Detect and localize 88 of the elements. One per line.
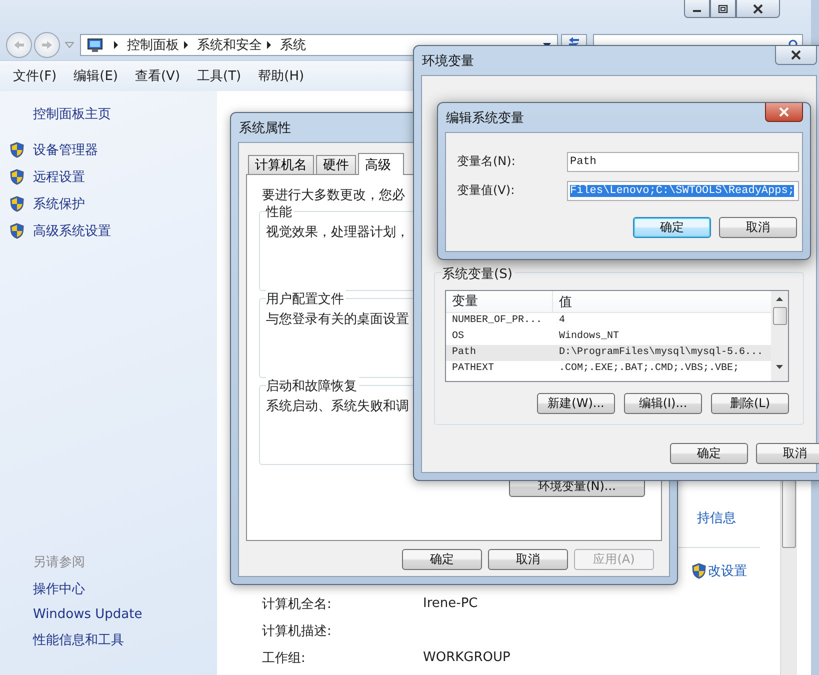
description-text: 与您登录有关的桌面设置 bbox=[266, 311, 409, 328]
shield-icon bbox=[10, 142, 24, 158]
back-arrow-icon bbox=[13, 40, 25, 50]
sidebar-link[interactable]: 操作中心 bbox=[0, 580, 217, 598]
computer-icon bbox=[87, 38, 103, 52]
field-label: 变量值(V): bbox=[457, 182, 516, 199]
close-button[interactable] bbox=[775, 46, 817, 65]
close-button[interactable] bbox=[765, 103, 803, 122]
maximize-icon bbox=[718, 4, 728, 12]
input-field[interactable]: Path bbox=[567, 152, 799, 172]
dialog-button[interactable]: 新建(W)... bbox=[537, 393, 615, 414]
menu-item[interactable]: 编辑(E) bbox=[74, 67, 118, 85]
instruction-text: 要进行大多数更改，您必 bbox=[262, 187, 405, 204]
list-row[interactable]: Path D:\ProgramFiles\mysql\mysql-5.6... bbox=[446, 345, 771, 361]
chevron-icon bbox=[183, 41, 189, 49]
group-title: 启动和故障恢复 bbox=[266, 377, 359, 395]
table-cell-text: Windows_NT bbox=[558, 331, 620, 343]
breadcrumb-item[interactable]: 系统和安全 bbox=[197, 36, 262, 54]
table-cell-text: .COM;.EXE;.BAT;.CMD;.VBS;.VBE; bbox=[558, 363, 740, 375]
link[interactable]: 改设置 bbox=[708, 562, 747, 580]
forward-arrow-icon bbox=[41, 40, 53, 50]
chevron-icon bbox=[113, 41, 119, 49]
menu-item[interactable]: 帮助(H) bbox=[258, 67, 304, 85]
table-cell-text: OS bbox=[451, 331, 466, 343]
table-cell-text: NUMBER_OF_PR... bbox=[451, 315, 544, 327]
table-cell-text: Path bbox=[451, 347, 478, 359]
sidebar-link[interactable]: 控制面板主页 bbox=[0, 105, 217, 123]
scrollbar-thumb[interactable] bbox=[772, 307, 786, 325]
sidebar-link[interactable]: 高级系统设置 bbox=[24, 222, 111, 240]
dialog-button[interactable]: 取消 bbox=[756, 443, 819, 464]
description-text: 系统启动、系统失败和调 bbox=[266, 398, 409, 415]
column-header[interactable]: 值 bbox=[553, 292, 572, 310]
column-header[interactable]: 变量 bbox=[446, 291, 553, 312]
sidebar-link[interactable]: Windows Update bbox=[0, 607, 217, 622]
chevron-icon bbox=[266, 41, 272, 49]
description-text: 视觉效果，处理器计划， bbox=[266, 224, 409, 241]
window-title: 系统属性 bbox=[239, 120, 291, 136]
field-label: 计算机描述: bbox=[262, 622, 332, 640]
table-cell-text: 4 bbox=[558, 315, 566, 327]
link[interactable]: 持信息 bbox=[697, 509, 736, 527]
minimize-button[interactable] bbox=[684, 0, 710, 18]
breadcrumb-item[interactable]: 系统 bbox=[280, 36, 306, 54]
sidebar-link[interactable]: 远程设置 bbox=[24, 168, 85, 186]
sidebar-link[interactable]: 设备管理器 bbox=[24, 141, 98, 159]
window-title: 编辑系统变量 bbox=[446, 110, 524, 126]
input-field[interactable]: Files\Lenovo;C:\SWTOOLS\ReadyApps; bbox=[567, 180, 799, 200]
group-title: 用户配置文件 bbox=[266, 290, 346, 308]
close-button[interactable] bbox=[736, 0, 780, 18]
close-icon bbox=[778, 107, 790, 117]
sidebar-link[interactable]: 系统保护 bbox=[24, 195, 85, 213]
menu-item[interactable]: 查看(V) bbox=[134, 67, 180, 85]
dialog-button[interactable]: 编辑(I)... bbox=[624, 393, 702, 414]
section-heading: 另请参阅 bbox=[32, 554, 86, 571]
field-label: 变量名(N): bbox=[457, 153, 516, 170]
shield-icon bbox=[10, 223, 24, 239]
shield-icon bbox=[10, 169, 24, 185]
sidebar-link[interactable]: 性能信息和工具 bbox=[0, 631, 217, 649]
dialog-button[interactable]: 取消 bbox=[488, 549, 568, 570]
refresh-icon bbox=[568, 37, 580, 46]
dialog-button[interactable]: 删除(L) bbox=[711, 393, 789, 414]
tab[interactable]: 硬件 bbox=[316, 155, 356, 174]
dialog-button[interactable]: 确定 bbox=[633, 217, 711, 238]
table-cell-text: D:\ProgramFiles\mysql\mysql-5.6... bbox=[558, 347, 764, 359]
list-row[interactable]: NUMBER_OF_PR... 4 bbox=[446, 313, 771, 329]
dialog-button[interactable]: 确定 bbox=[402, 549, 482, 570]
field-label: 计算机全名: bbox=[262, 596, 332, 612]
dropdown-caret-icon bbox=[65, 42, 74, 48]
list-row[interactable]: PATHEXT .COM;.EXE;.BAT;.CMD;.VBS;.VBE; bbox=[446, 361, 771, 377]
menu-item[interactable]: 文件(F) bbox=[13, 67, 57, 85]
tab[interactable]: 高级 bbox=[358, 153, 404, 175]
group-title: 性能 bbox=[266, 203, 294, 221]
list-row[interactable]: OS Windows_NT bbox=[446, 329, 771, 345]
table-cell-text: PATHEXT bbox=[451, 363, 496, 375]
tab[interactable]: 计算机名 bbox=[248, 155, 314, 174]
group-title: 系统变量(S) bbox=[442, 265, 516, 283]
breadcrumb-item[interactable]: 控制面板 bbox=[127, 36, 179, 54]
dialog-button[interactable]: 确定 bbox=[670, 443, 748, 464]
field-value: WORKGROUP bbox=[423, 650, 510, 665]
field-label: 工作组: bbox=[262, 650, 306, 666]
shield-icon bbox=[10, 196, 24, 212]
maximize-button[interactable] bbox=[710, 0, 736, 18]
dialog-button[interactable]: 取消 bbox=[719, 217, 797, 238]
scroll-down-icon bbox=[776, 365, 783, 369]
field-value: Irene-PC bbox=[423, 596, 478, 611]
menu-item[interactable]: 工具(T) bbox=[197, 67, 242, 85]
close-icon bbox=[790, 50, 802, 60]
scroll-up-icon bbox=[776, 297, 783, 301]
close-icon bbox=[752, 4, 764, 14]
